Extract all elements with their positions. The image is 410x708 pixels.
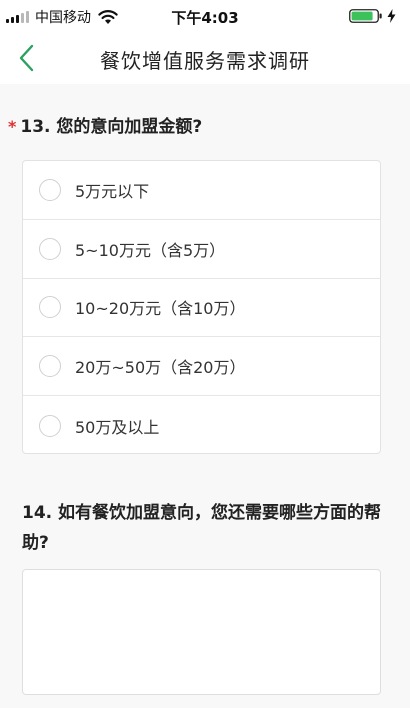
status-left: 中国移动	[6, 7, 119, 27]
carrier-name: 中国移动	[35, 10, 91, 26]
battery-icon	[349, 9, 382, 23]
page-title: 餐饮增值服务需求调研	[100, 49, 310, 73]
question-13-title: * 13. 您的意向加盟金额?	[8, 113, 202, 141]
question-14-title: 14. 如有餐饮加盟意向，您还需要哪些方面的帮助?	[22, 503, 382, 553]
radio-button[interactable]	[39, 296, 61, 319]
survey-content: * 13. 您的意向加盟金额? 5万元以下 5~10万元（含5万） 10~20万元…	[0, 84, 410, 708]
question-14-textarea[interactable]	[22, 569, 381, 695]
signal-icon	[6, 11, 29, 23]
option-item[interactable]: 5~10万元（含5万）	[23, 220, 380, 279]
option-label: 20万~50万（含20万）	[75, 358, 246, 378]
status-bar: 中国移动 下午4:03	[0, 0, 410, 32]
chevron-left-icon	[19, 44, 34, 72]
status-right	[349, 9, 396, 23]
wifi-icon	[98, 10, 118, 24]
option-item[interactable]: 10~20万元（含10万）	[23, 279, 380, 338]
nav-bar: 餐饮增值服务需求调研	[0, 32, 410, 84]
option-label: 10~20万元（含10万）	[75, 299, 246, 319]
back-button[interactable]	[8, 40, 44, 76]
question-13-text: 13. 您的意向加盟金额?	[20, 117, 203, 137]
radio-button[interactable]	[39, 355, 61, 378]
required-mark: *	[8, 117, 17, 136]
option-item[interactable]: 5万元以下	[23, 161, 380, 220]
option-label: 5万元以下	[75, 181, 150, 201]
radio-button[interactable]	[39, 237, 61, 260]
radio-button[interactable]	[39, 178, 61, 201]
option-label: 5~10万元（含5万）	[75, 240, 226, 260]
option-label: 50万及以上	[75, 417, 160, 437]
option-item[interactable]: 50万及以上	[23, 396, 380, 453]
option-item[interactable]: 20万~50万（含20万）	[23, 337, 380, 397]
charging-bolt-icon	[387, 9, 396, 23]
question-13-options: 5万元以下 5~10万元（含5万） 10~20万元（含10万） 20万~50万（…	[22, 160, 381, 454]
radio-button[interactable]	[39, 414, 61, 437]
